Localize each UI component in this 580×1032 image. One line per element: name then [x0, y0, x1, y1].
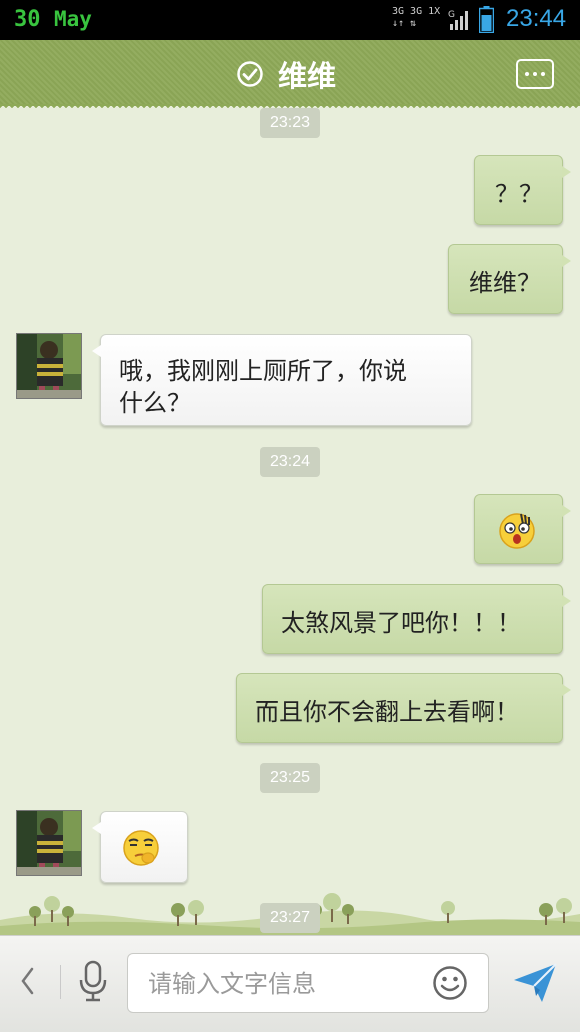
message-timestamp: 23:23 — [260, 108, 320, 138]
thinking-face-emoji-icon — [123, 830, 159, 866]
send-icon[interactable] — [512, 960, 558, 1004]
incoming-message-bubble[interactable] — [92, 811, 188, 883]
chevron-left-icon[interactable] — [18, 963, 36, 999]
message-text: 而且你不会翻上去看啊！ — [255, 698, 519, 726]
contact-name: 维维 — [278, 59, 337, 93]
verified-check-icon — [237, 61, 263, 87]
status-clock: 23:44 — [506, 5, 567, 32]
avatar-photo — [17, 811, 81, 875]
network-activity-indicator: ↓↑ ⇅ — [392, 18, 417, 29]
outgoing-message-bubble[interactable] — [474, 494, 571, 564]
shocked-face-emoji-icon — [499, 513, 535, 549]
outgoing-message-bubble[interactable]: ？？ — [474, 155, 571, 225]
incoming-message-bubble[interactable]: 哦，我刚刚上厕所了，你说 什么？ — [92, 334, 472, 426]
signal-strength-icon: G — [448, 10, 468, 30]
chat-title-group: 维维 — [236, 56, 337, 93]
avatar-photo — [17, 334, 81, 398]
status-bar: 30 May 3G 3G 1X ↓↑ ⇅ G 23:44 — [0, 0, 580, 40]
status-date-day: 30 — [14, 7, 41, 32]
more-dot-icon — [525, 72, 529, 76]
status-date-month: May — [54, 7, 92, 31]
smiley-face-icon[interactable] — [432, 965, 468, 1001]
message-timestamp: 23:25 — [260, 763, 320, 793]
outgoing-message-bubble[interactable]: 太煞风景了吧你！！！ — [262, 584, 571, 654]
message-text-line: 什么？ — [119, 389, 191, 417]
outgoing-message-bubble[interactable]: 而且你不会翻上去看啊！ — [236, 673, 571, 743]
message-text: 维维？ — [469, 269, 541, 297]
input-divider — [60, 965, 61, 999]
more-options-button[interactable] — [516, 59, 554, 89]
battery-icon — [479, 6, 494, 33]
message-text: ？？ — [495, 180, 543, 208]
network-g-label: G — [448, 10, 455, 20]
message-timestamp: 23:24 — [260, 447, 320, 477]
message-text: 太煞风景了吧你！！！ — [281, 609, 521, 637]
more-dot-icon — [533, 72, 537, 76]
contact-avatar[interactable] — [16, 810, 82, 876]
contact-avatar[interactable] — [16, 333, 82, 399]
microphone-icon[interactable] — [76, 960, 110, 1002]
message-timestamp: 23:27 — [260, 903, 320, 933]
outgoing-message-bubble[interactable]: 维维？ — [448, 244, 571, 314]
network-type-indicator: 3G 3G 1X — [392, 6, 441, 17]
message-input[interactable] — [146, 966, 410, 1002]
more-dot-icon — [541, 72, 545, 76]
message-text-line: 哦，我刚刚上厕所了，你说 — [119, 357, 407, 385]
